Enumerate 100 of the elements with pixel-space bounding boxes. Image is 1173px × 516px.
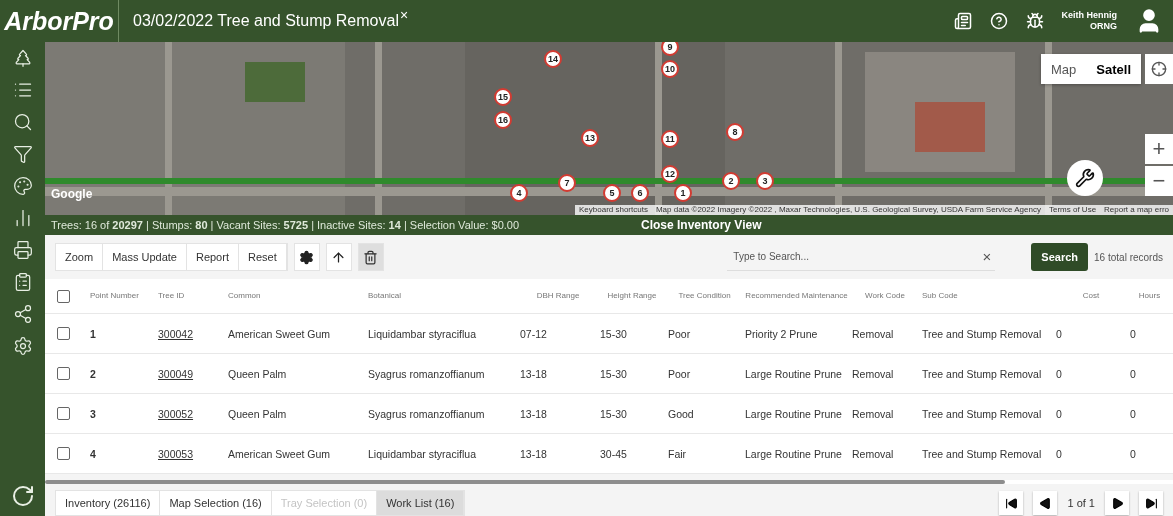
table-cell-text: Liquidambar styraciflua	[368, 327, 477, 340]
bug-icon[interactable]	[1025, 12, 1044, 30]
settings-button[interactable]	[293, 243, 320, 271]
skip-first-icon	[1004, 496, 1018, 510]
close-view-link[interactable]: Close Inventory View	[641, 218, 762, 232]
table-cell-text: 0	[1056, 367, 1063, 380]
skip-last-icon	[1144, 496, 1158, 510]
table-cell-text: Tree and Stump Removal	[922, 407, 1043, 420]
table-cell-text: Removal	[852, 407, 895, 420]
palette-icon[interactable]	[12, 176, 33, 196]
refresh-icon[interactable]	[10, 484, 35, 508]
column-header[interactable]: Hours	[1130, 291, 1173, 301]
table-cell-text: 15-30	[600, 407, 628, 420]
table-cell-text: 15-30	[600, 327, 628, 340]
last-page-button[interactable]	[1139, 491, 1163, 515]
printer-icon[interactable]	[12, 240, 33, 260]
table-cell-text: Syagrus romanzoffianum	[368, 407, 486, 420]
column-header[interactable]: Sub Code	[922, 291, 1056, 301]
table-cell-text: American Sweet Gum	[228, 447, 332, 460]
previous-page-button[interactable]	[1033, 491, 1058, 515]
table-cell-text: Priority 2 Prune	[745, 327, 819, 340]
table-cell-text: 0	[1130, 367, 1137, 380]
page-indicator: 1 of 1	[1067, 497, 1095, 509]
crosshair-icon	[1151, 61, 1167, 77]
table-cell-text: Liquidambar styraciflua	[368, 447, 477, 460]
table-cell-text: Poor	[668, 327, 692, 340]
next-page-button[interactable]	[1105, 491, 1129, 515]
table-cell-text: 07-12	[520, 327, 548, 340]
attribution-link[interactable]: Report a map erro	[1100, 205, 1173, 215]
close-button[interactable]: ×	[399, 7, 409, 23]
table-cell-text: Removal	[852, 447, 895, 460]
table-cell-text: 4	[90, 447, 97, 460]
upload-button[interactable]	[325, 243, 352, 271]
column-header[interactable]: Common	[228, 291, 368, 301]
zoom-out-button[interactable]: −	[1145, 166, 1173, 196]
column-header[interactable]: DBH Range	[520, 291, 600, 301]
row-checkbox[interactable]	[57, 407, 70, 420]
newspaper-icon[interactable]	[953, 12, 972, 30]
user-name: Keith Hennig	[1061, 10, 1117, 21]
help-icon[interactable]	[989, 12, 1008, 30]
locate-button[interactable]	[1145, 54, 1173, 84]
map-type-button[interactable]: Map	[1041, 54, 1087, 84]
table-cell-text: Good	[668, 407, 695, 420]
table-cell-text: 1	[90, 327, 97, 340]
table-cell-text: Tree and Stump Removal	[922, 447, 1043, 460]
attribution-link[interactable]: Map data ©2022 Imagery ©2022 , Maxar Technologies, U.S. Geological Survey, USDA Farm Service Agency	[651, 205, 1045, 215]
wrench-icon	[1075, 168, 1095, 188]
search-icon[interactable]	[12, 112, 33, 132]
tree-id-link[interactable]: 300052	[158, 407, 228, 420]
google-logo: Google	[51, 187, 93, 201]
column-header[interactable]: Tree ID	[158, 291, 228, 301]
column-header[interactable]: Tree Condition	[668, 291, 745, 301]
table-cell-text: Queen Palm	[228, 407, 288, 420]
tree-id-link[interactable]: 300053	[158, 447, 228, 460]
record-count: 16 total records	[1094, 251, 1163, 263]
table-cell-text: Large Routine Prune	[745, 447, 843, 460]
table-cell-text: 0	[1130, 407, 1137, 420]
select-all-checkbox[interactable]	[57, 289, 70, 303]
map-marker[interactable]: 9	[661, 42, 679, 56]
first-page-button[interactable]	[999, 491, 1024, 515]
scrollbar[interactable]	[45, 480, 1005, 484]
row-checkbox[interactable]	[57, 367, 70, 380]
share-icon[interactable]	[12, 304, 33, 324]
attribution-link[interactable]: Keyboard shortcuts	[575, 205, 652, 215]
triangle-right-icon	[1110, 496, 1124, 510]
search-field[interactable]: Type to Search... ×	[727, 243, 996, 271]
row-checkbox[interactable]	[57, 447, 70, 460]
column-header[interactable]: Height Range	[600, 291, 668, 301]
table-cell-text: Tree and Stump Removal	[922, 327, 1043, 340]
column-header[interactable]: Cost	[1056, 291, 1130, 301]
column-header[interactable]: Work Code	[852, 291, 922, 301]
attribution-link[interactable]: Terms of Use	[1044, 205, 1101, 215]
filter-icon[interactable]	[12, 144, 33, 164]
map-type-button[interactable]: Satell	[1086, 54, 1141, 84]
tree-id-link[interactable]: 300049	[158, 367, 228, 380]
table-cell-text: Removal	[852, 367, 895, 380]
delete-button[interactable]	[357, 243, 384, 271]
table-cell-text: 0	[1056, 447, 1063, 460]
column-header[interactable]: Recommended Maintenance	[745, 291, 852, 301]
trash-icon	[363, 249, 379, 265]
table-cell-text: Fair	[668, 447, 688, 460]
zoom-in-button[interactable]: +	[1145, 134, 1173, 164]
settings-icon[interactable]	[12, 336, 33, 356]
table-cell-text: 0	[1130, 327, 1137, 340]
search-button[interactable]: Search	[1031, 243, 1089, 271]
user-org: ORNG	[1090, 21, 1117, 32]
row-checkbox[interactable]	[57, 327, 70, 340]
table-cell-text: 15-30	[600, 367, 628, 380]
table-cell-text: Syagrus romanzoffianum	[368, 367, 486, 380]
column-header[interactable]: Point Number	[90, 291, 158, 301]
clear-button[interactable]: ×	[982, 248, 992, 265]
table-cell-text: American Sweet Gum	[228, 327, 332, 340]
table-cell-text: 2	[90, 367, 97, 380]
table-cell-text: 13-18	[520, 407, 548, 420]
column-header[interactable]: Botanical	[368, 291, 520, 301]
table-cell-text: 30-45	[600, 447, 628, 460]
table-cell-text: 13-18	[520, 447, 548, 460]
tree-id-link[interactable]: 300042	[158, 327, 228, 340]
table-cell-text: 3	[90, 407, 97, 420]
tab[interactable]: Work List (16)	[377, 491, 465, 515]
